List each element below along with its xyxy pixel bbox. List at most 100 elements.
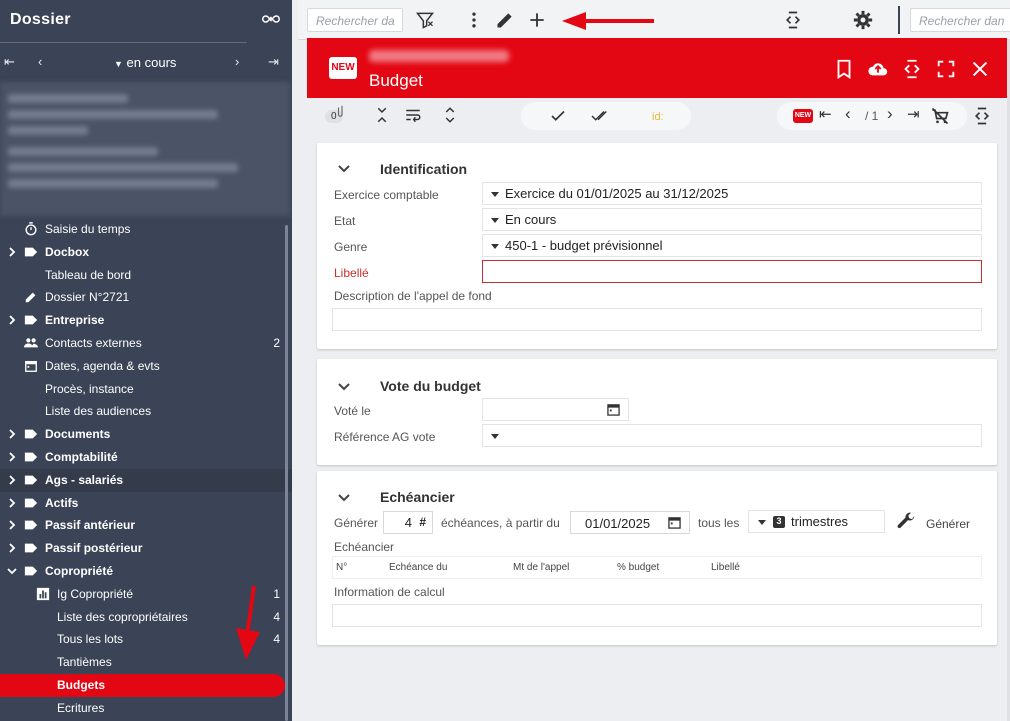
sidebar-item[interactable]: Ecritures <box>0 697 292 720</box>
sidebar-item[interactable]: Liste des audiences <box>0 400 292 423</box>
chevron-down-icon[interactable] <box>337 380 351 394</box>
chevron-right-icon[interactable] <box>6 451 18 463</box>
status-filter[interactable]: ▼ en cours <box>114 55 176 70</box>
add-icon[interactable] <box>527 10 547 30</box>
sidebar-item[interactable]: Saisie du temps <box>0 218 292 241</box>
sidebar-item[interactable]: Budgets <box>0 673 285 697</box>
first-page-icon[interactable]: ⇤ <box>819 105 837 123</box>
cloud-upload-icon[interactable] <box>867 58 889 80</box>
sidebar-item[interactable]: Docbox <box>0 241 292 264</box>
info-field[interactable] <box>332 604 982 627</box>
etat-select[interactable]: En cours <box>482 208 982 231</box>
chevron-right-icon[interactable] <box>6 428 18 440</box>
next-page-icon[interactable]: › <box>887 104 905 123</box>
expand-code-icon[interactable] <box>901 58 923 80</box>
description-label: Description de l'appel de fond <box>334 289 492 303</box>
chevron-down-icon[interactable] <box>6 565 18 577</box>
sidebar-item[interactable]: Dossier N°2721 <box>0 286 292 309</box>
sidebar-item[interactable]: Tableau de bord <box>0 264 292 287</box>
sidebar-item-label: Tableau de bord <box>45 267 132 282</box>
paperclip-icon[interactable] <box>337 104 347 118</box>
arrow-annotation <box>562 12 654 30</box>
sidebar-item[interactable]: Documents <box>0 423 292 446</box>
start-date-input[interactable]: 01/01/2025 <box>570 511 690 534</box>
column-header[interactable]: Mt de l'appel <box>513 562 569 573</box>
sidebar-item[interactable]: Procès, instance <box>0 378 292 401</box>
sidebar-item[interactable]: Entreprise <box>0 309 292 332</box>
reference-select[interactable] <box>482 424 982 447</box>
column-header[interactable]: Echéance du <box>389 562 447 573</box>
vote-le-label: Voté le <box>334 404 371 418</box>
more-icon[interactable] <box>464 10 484 30</box>
cart-off-icon[interactable] <box>929 106 951 126</box>
collapse-icon[interactable] <box>373 106 391 124</box>
last-page-icon[interactable]: ⇥ <box>907 105 925 123</box>
libelle-field[interactable] <box>482 260 982 283</box>
last-record-icon[interactable]: ⇥ <box>268 54 279 70</box>
chevron-right-icon[interactable] <box>6 314 18 326</box>
sidebar-item[interactable]: Passif postérieur <box>0 537 292 560</box>
section-title: Identification <box>380 161 468 177</box>
stopwatch-icon <box>24 222 38 236</box>
chart-icon <box>36 587 50 601</box>
reference-label: Référence AG vote <box>334 430 436 444</box>
prev-record-icon[interactable]: ‹ <box>38 54 42 69</box>
chevron-right-icon[interactable] <box>6 519 18 531</box>
genre-select[interactable]: 450-1 - budget prévisionnel <box>482 234 982 257</box>
description-field[interactable] <box>332 308 982 331</box>
next-record-icon[interactable]: › <box>235 54 239 69</box>
sidebar-item-label: Ecritures <box>57 700 105 715</box>
chevron-down-icon[interactable] <box>337 491 351 505</box>
sidebar-item[interactable]: Contacts externes 2 <box>0 332 292 355</box>
fullscreen-icon[interactable] <box>935 58 957 80</box>
expand-code-icon[interactable] <box>972 106 992 126</box>
column-header[interactable]: Libellé <box>711 562 740 573</box>
vote-le-date[interactable] <box>482 398 629 421</box>
edit-icon[interactable] <box>495 10 515 30</box>
expand-icon[interactable] <box>441 106 459 124</box>
sidebar-item-label: Budgets <box>57 677 105 692</box>
sidebar-item[interactable]: Comptabilité <box>0 446 292 469</box>
filter-icon[interactable] <box>415 10 435 30</box>
exercice-select[interactable]: Exercice du 01/01/2025 au 31/12/2025 <box>482 182 982 205</box>
echeancier-card: Echéancier Générer 4 # échéances, à part… <box>317 471 997 645</box>
chevron-right-icon[interactable] <box>6 246 18 258</box>
sidebar-item[interactable]: Dates, agenda & evts <box>0 355 292 378</box>
sidebar-item[interactable]: Actifs <box>0 492 292 515</box>
tous-les-label: tous les <box>698 516 740 530</box>
prev-page-icon[interactable]: ‹ <box>845 104 863 123</box>
generer-button[interactable]: Générer <box>895 508 975 534</box>
search-input-right[interactable]: Rechercher dan <box>910 8 1010 32</box>
new-badge: NEW <box>329 57 357 79</box>
sidebar-item[interactable]: Passif antérieur <box>0 514 292 537</box>
info-label: Information de calcul <box>334 585 445 599</box>
calendar-icon[interactable] <box>607 403 620 416</box>
link-icon[interactable] <box>262 10 280 28</box>
grid-label: Echéancier <box>334 540 395 554</box>
sidebar-scrollbar[interactable] <box>285 225 288 721</box>
chevron-right-icon[interactable] <box>6 474 18 486</box>
column-header[interactable]: N° <box>336 562 347 573</box>
wrap-text-icon[interactable] <box>404 106 422 124</box>
check-icon[interactable] <box>549 107 567 125</box>
expand-code-icon[interactable] <box>783 10 803 30</box>
sidebar-item[interactable]: Copropriété <box>0 560 292 583</box>
period-select[interactable]: 3 trimestres <box>748 510 885 533</box>
column-header[interactable]: % budget <box>617 562 659 573</box>
sidebar-item-label: Tantièmes <box>57 655 112 670</box>
chevron-down-icon[interactable] <box>337 162 351 176</box>
count-input[interactable]: 4 # <box>383 511 433 534</box>
bookmark-icon[interactable] <box>833 58 855 80</box>
sidebar-item-label: Procès, instance <box>45 381 134 396</box>
chevron-right-icon[interactable] <box>6 497 18 509</box>
calendar-icon[interactable] <box>668 516 681 529</box>
search-input-left[interactable]: Rechercher da <box>307 8 403 32</box>
sidebar-item[interactable]: Ags - salariés <box>0 468 292 492</box>
new-badge-small: NEW <box>793 109 813 123</box>
chevron-right-icon[interactable] <box>6 542 18 554</box>
gear-icon[interactable] <box>853 10 873 30</box>
first-record-icon[interactable]: ⇤ <box>4 54 15 70</box>
close-icon[interactable] <box>969 58 991 80</box>
tag-icon <box>24 245 38 259</box>
double-check-icon[interactable] <box>589 107 613 125</box>
